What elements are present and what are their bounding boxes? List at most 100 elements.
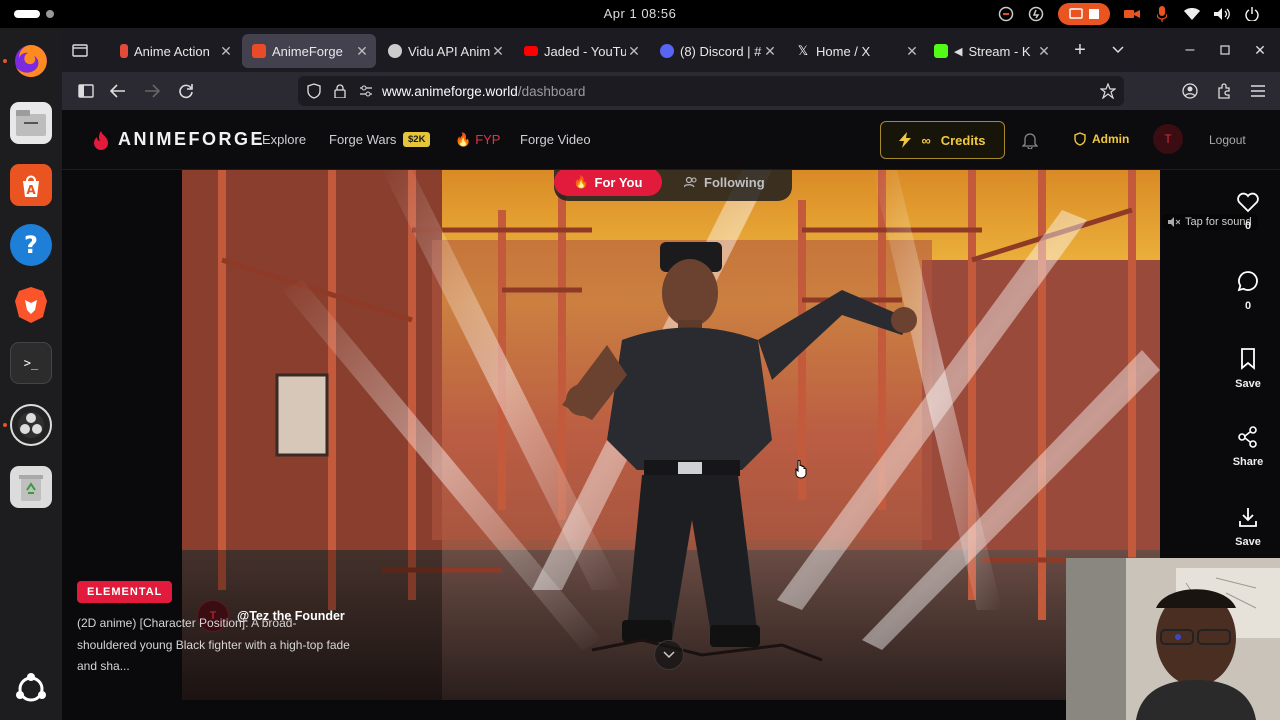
flame-icon: 🔥 — [455, 132, 472, 147]
lock-icon[interactable] — [330, 81, 350, 101]
privacy-icon[interactable] — [998, 6, 1014, 22]
chevron-down-icon[interactable] — [1108, 40, 1128, 60]
volume-icon[interactable] — [1214, 6, 1230, 22]
reload-icon[interactable] — [176, 81, 196, 101]
flame-icon — [94, 130, 108, 150]
site-logo[interactable]: ANIMEFORGE — [92, 129, 265, 150]
download-button[interactable]: Save — [1223, 506, 1273, 548]
user-avatar[interactable]: T — [1153, 124, 1183, 154]
nav-fyp[interactable]: 🔥 FYP — [455, 132, 500, 148]
lightning-icon — [899, 132, 912, 148]
description-line: and sha... — [77, 659, 130, 673]
bookmark-star-icon[interactable] — [1098, 81, 1118, 101]
muted-speaker-icon — [1168, 217, 1180, 227]
back-icon[interactable] — [108, 81, 128, 101]
system-top-bar: Apr 1 08:56 — [0, 0, 1280, 28]
category-tag[interactable]: ELEMENTAL — [77, 581, 173, 603]
trash-icon[interactable] — [10, 466, 52, 508]
comment-icon — [1237, 271, 1258, 292]
nav-explore[interactable]: Explore — [262, 132, 306, 147]
screen-share-indicator[interactable] — [1058, 3, 1110, 25]
site-permissions-icon[interactable] — [356, 81, 376, 101]
discord-icon — [660, 44, 674, 58]
next-video-button[interactable] — [654, 640, 684, 670]
app-center-icon[interactable]: A — [10, 164, 52, 206]
window-close-icon[interactable]: ✕ — [1250, 40, 1270, 60]
extensions-icon[interactable] — [1214, 81, 1234, 101]
restore-icon[interactable] — [1215, 40, 1235, 60]
tab-following-label: Following — [704, 174, 765, 190]
tab-animeforge[interactable]: AnimeForge ✕ — [242, 34, 376, 68]
credits-button[interactable]: ∞ Credits — [880, 121, 1005, 159]
menu-icon[interactable] — [1248, 81, 1268, 101]
users-icon — [684, 176, 697, 188]
credits-label: Credits — [940, 132, 986, 148]
share-label: Share — [1232, 456, 1264, 468]
save-button[interactable]: Save — [1223, 348, 1273, 390]
tab-following[interactable]: Following — [684, 170, 765, 196]
url-domain: www.animeforge.world — [382, 84, 518, 99]
tab-discord[interactable]: (8) Discord | # ✕ — [650, 34, 784, 68]
power-icon[interactable] — [1244, 6, 1260, 22]
microphone-icon[interactable] — [1154, 6, 1170, 22]
forward-icon[interactable] — [142, 81, 162, 101]
close-icon[interactable]: ✕ — [1036, 43, 1052, 60]
wifi-icon[interactable] — [1184, 6, 1200, 22]
address-bar[interactable]: www.animeforge.world/dashboard — [298, 76, 1124, 106]
account-icon[interactable] — [1180, 81, 1200, 101]
close-icon[interactable]: ✕ — [354, 43, 370, 60]
svg-text:A: A — [26, 183, 36, 197]
description-line: shouldered young Black fighter with a hi… — [77, 637, 350, 652]
new-tab-icon[interactable]: + — [1070, 39, 1090, 61]
camera-icon[interactable] — [1124, 6, 1140, 22]
firefox-icon[interactable] — [10, 40, 52, 82]
share-button[interactable]: Share — [1223, 426, 1273, 468]
comment-button[interactable]: 0 — [1223, 270, 1273, 312]
tab-x-home[interactable]: 𝕏 Home / X ✕ — [786, 34, 920, 68]
performance-icon[interactable] — [1028, 6, 1044, 22]
nav-forge-video[interactable]: Forge Video — [520, 132, 591, 147]
files-icon[interactable] — [10, 102, 52, 144]
system-tray[interactable] — [998, 3, 1260, 25]
obs-studio-icon[interactable] — [10, 404, 52, 446]
terminal-icon[interactable]: >_ — [10, 342, 52, 384]
brave-browser-icon[interactable] — [10, 284, 52, 326]
admin-link[interactable]: Admin — [1074, 132, 1129, 146]
tab-list-icon[interactable] — [70, 40, 90, 60]
description-line: (2D anime) [Character Position]: A broad… — [77, 616, 297, 630]
nav-fyp-label: FYP — [475, 132, 501, 147]
help-icon[interactable]: ? — [10, 224, 52, 266]
tab-for-you[interactable]: 🔥 For You — [554, 170, 662, 196]
close-icon[interactable]: ✕ — [218, 43, 234, 60]
tab-anime-action[interactable]: Anime Action ✕ — [110, 34, 240, 68]
youtube-icon — [524, 46, 538, 56]
speaker-muted-icon[interactable]: ◀ — [954, 45, 962, 58]
mouse-cursor-icon — [795, 460, 807, 479]
logout-button[interactable]: Logout — [1209, 133, 1246, 147]
browser-nav-bar: www.animeforge.world/dashboard — [62, 72, 1280, 110]
like-button[interactable]: 0 — [1223, 192, 1273, 232]
url-path: /dashboard — [517, 84, 586, 99]
webcam-overlay — [1066, 558, 1280, 720]
tab-kick-stream[interactable]: ◀ Stream - K ✕ — [924, 34, 1058, 68]
nav-forge-wars[interactable]: Forge Wars — [329, 132, 396, 147]
close-icon[interactable]: ✕ — [490, 43, 506, 60]
bell-icon[interactable] — [1021, 132, 1039, 154]
feed-toggle: 🔥 For You Following — [554, 170, 792, 201]
tab-youtube[interactable]: Jaded - YouTu ✕ — [514, 34, 648, 68]
tracking-protection-icon[interactable] — [304, 81, 324, 101]
show-apps-icon[interactable] — [10, 668, 52, 710]
sidebar-toggle-icon[interactable] — [76, 81, 96, 101]
webcam-feed — [1066, 558, 1280, 720]
prize-badge: $2K — [403, 132, 431, 147]
site-header: ANIMEFORGE Explore Forge Wars $2K 🔥 FYP F… — [62, 110, 1280, 170]
flame-icon: 🔥 — [573, 175, 589, 189]
close-icon[interactable]: ✕ — [904, 43, 920, 60]
close-icon[interactable]: ✕ — [762, 43, 778, 60]
tab-vidu-api[interactable]: Vidu API Anim ✕ — [378, 34, 512, 68]
minimize-icon[interactable]: – — [1180, 40, 1200, 60]
url-text[interactable]: www.animeforge.world/dashboard — [382, 84, 585, 99]
x-logo-icon: 𝕏 — [797, 43, 809, 58]
close-icon[interactable]: ✕ — [626, 43, 642, 60]
video-description: (2D anime) [Character Position]: A broad… — [77, 613, 387, 678]
